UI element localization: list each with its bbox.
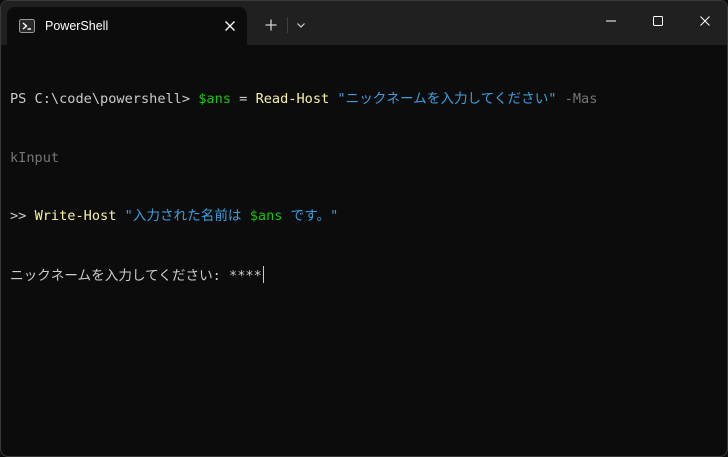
terminal-line-1: PS C:\code\powershell> $ans = Read-Host … bbox=[10, 90, 722, 110]
terminal-output[interactable]: PS C:\code\powershell> $ans = Read-Host … bbox=[10, 51, 722, 451]
prompt: PS C:\code\powershell> bbox=[10, 91, 199, 107]
new-tab-plus-icon[interactable] bbox=[259, 13, 283, 37]
command-read-host: Read-Host bbox=[255, 91, 330, 107]
parameter-maskinput-part2: kInput bbox=[10, 149, 60, 166]
maximize-icon[interactable] bbox=[635, 1, 681, 41]
close-window-icon[interactable] bbox=[682, 1, 727, 41]
command-write-host: Write-Host bbox=[34, 208, 117, 224]
tab-title: PowerShell bbox=[45, 19, 109, 33]
read-host-prompt-output: ニックネームを入力してください: **** bbox=[10, 267, 262, 284]
variable-ans: $ans bbox=[198, 91, 231, 107]
terminal-line-3: >> Write-Host "入力された名前は $ans です。" bbox=[10, 207, 722, 227]
string-prompt: "ニックネームを入力してください" bbox=[329, 91, 557, 107]
terminal-line-4: ニックネームを入力してください: **** bbox=[10, 265, 722, 286]
powershell-icon bbox=[19, 18, 35, 34]
text-cursor bbox=[262, 265, 265, 283]
tab-separator bbox=[287, 17, 288, 33]
string-output-part1: "入力された名前は bbox=[116, 208, 250, 224]
parameter-maskinput-part1: -Mas bbox=[556, 91, 598, 107]
string-output-part2: です。" bbox=[282, 208, 339, 224]
title-bar[interactable]: PowerShell bbox=[1, 1, 727, 45]
variable-ans: $ans bbox=[249, 208, 283, 224]
terminal-window: PowerShell PS C:\code\powershell> $ans =… bbox=[0, 0, 728, 457]
minimize-icon[interactable] bbox=[588, 1, 634, 41]
continuation-prompt: >> bbox=[10, 208, 35, 224]
chevron-down-icon[interactable] bbox=[291, 13, 311, 37]
tab-powershell[interactable]: PowerShell bbox=[7, 7, 247, 45]
close-tab-icon[interactable] bbox=[220, 16, 240, 36]
terminal-line-2: kInput bbox=[10, 149, 722, 169]
operator: = bbox=[231, 91, 256, 107]
